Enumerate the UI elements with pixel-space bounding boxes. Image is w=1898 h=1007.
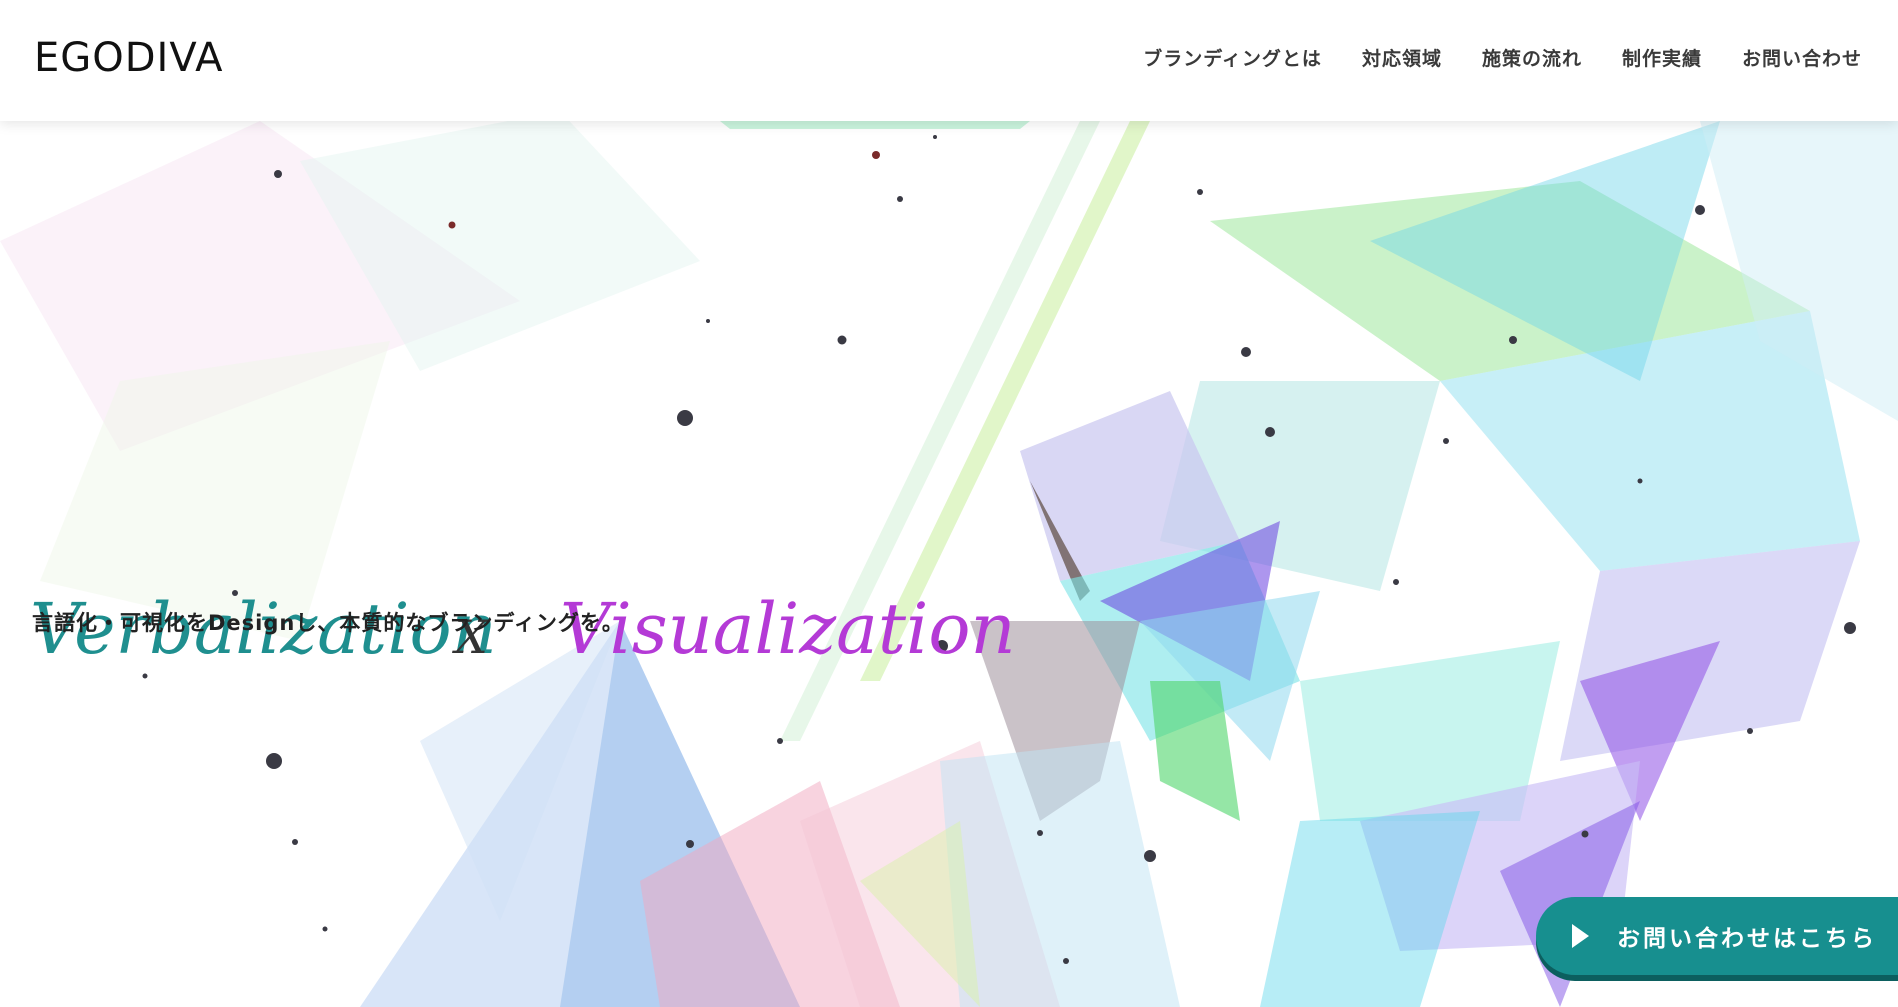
nav-item-process[interactable]: 施策の流れ bbox=[1482, 44, 1582, 71]
contact-cta-button[interactable]: お問い合わせはこちら bbox=[1536, 897, 1898, 975]
hero-subcopy: 言語化・可視化をDesignし、本質的なブランディングを。 bbox=[32, 611, 624, 635]
contact-cta-label: お問い合わせはこちら bbox=[1617, 926, 1877, 952]
nav-item-works[interactable]: 制作実績 bbox=[1622, 44, 1702, 71]
hero-tagline: Verbalization X Visualization bbox=[30, 588, 1016, 670]
logo[interactable]: EGODIVA bbox=[34, 36, 224, 80]
nav-item-contact[interactable]: お問い合わせ bbox=[1742, 44, 1862, 71]
hero-section: Verbalization X Visualization 言語化・可視化をDe… bbox=[0, 121, 1898, 1007]
main-nav: ブランディングとは 対応領域 施策の流れ 制作実績 お問い合わせ bbox=[1143, 44, 1862, 71]
site-header: EGODIVA ブランディングとは 対応領域 施策の流れ 制作実績 お問い合わせ bbox=[0, 0, 1898, 121]
nav-item-branding[interactable]: ブランディングとは bbox=[1143, 44, 1322, 71]
tagline-visualization: Visualization bbox=[560, 588, 1016, 670]
nav-item-service-area[interactable]: 対応領域 bbox=[1362, 44, 1442, 71]
play-icon bbox=[1572, 924, 1589, 948]
